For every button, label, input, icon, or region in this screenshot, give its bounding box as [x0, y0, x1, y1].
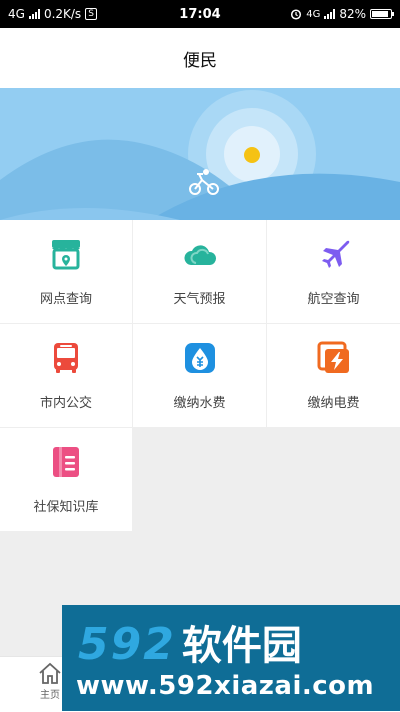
- grid-item-outlet-query[interactable]: 网点查询: [0, 220, 133, 324]
- home-icon: [39, 662, 61, 684]
- grid-item-city-bus[interactable]: 市内公交: [0, 324, 133, 428]
- grid-item-weather[interactable]: 天气预报: [133, 220, 267, 324]
- grid-item-label: 市内公交: [39, 396, 92, 411]
- watermark-number: 592: [78, 619, 176, 670]
- grid-item-label: 缴纳水费: [173, 396, 226, 411]
- watermark-name: 软件园: [181, 623, 302, 669]
- grid-item-flight[interactable]: 航空查询: [267, 220, 400, 324]
- signal-icon-2: [324, 9, 336, 19]
- network-type-right: 4G: [306, 8, 321, 20]
- grid-item-water-bill[interactable]: 缴纳水费: [133, 324, 267, 428]
- status-bar: 4G 0.2K/s S 17:04 4G 82%: [0, 0, 400, 28]
- speed-badge: S: [85, 8, 97, 20]
- battery-icon: [370, 9, 394, 19]
- grid-item-label: 社保知识库: [33, 500, 99, 515]
- bus-icon: [54, 343, 78, 373]
- grid-empty-cell: [267, 428, 400, 532]
- banner-illustration: [0, 88, 400, 220]
- cloud-icon: [183, 245, 216, 265]
- nav-home-label: 主页: [40, 690, 60, 701]
- page-header: 便民: [0, 28, 400, 88]
- grid-item-label: 网点查询: [39, 292, 92, 307]
- watermark-title: 592 软件园: [78, 613, 302, 671]
- network-type-left: 4G: [8, 7, 25, 21]
- network-speed: 0.2K/s: [43, 7, 82, 21]
- airplane-icon: [321, 240, 349, 268]
- alarm-icon: [291, 9, 302, 20]
- watermark-url: www.592xiazai.com: [76, 671, 375, 701]
- grid-item-label: 缴纳电费: [307, 396, 360, 411]
- grid-item-label: 航空查询: [307, 292, 360, 307]
- watermark: 592 软件园 www.592xiazai.com: [62, 605, 400, 711]
- store-location-icon: [52, 240, 80, 270]
- page-title: 便民: [183, 50, 217, 71]
- grid-item-electric-bill[interactable]: 缴纳电费: [267, 324, 400, 428]
- water-drop-icon: [184, 343, 215, 373]
- status-right: 4G 82%: [290, 7, 394, 21]
- landscape-illustration: [0, 88, 400, 220]
- battery-percent: 82%: [339, 7, 366, 21]
- signal-icon: [28, 9, 40, 19]
- document-icon: [53, 447, 79, 477]
- grid-item-social-security[interactable]: 社保知识库: [0, 428, 133, 532]
- service-grid: 网点查询 天气预报 航空查询 市内公交 缴纳水费 缴纳电费 社保知识库: [0, 220, 400, 532]
- status-left: 4G 0.2K/s S: [8, 7, 97, 21]
- grid-empty-cell: [133, 428, 267, 532]
- sun-icon: [244, 147, 260, 163]
- lightning-icon: [317, 341, 349, 373]
- grid-item-label: 天气预报: [173, 292, 226, 307]
